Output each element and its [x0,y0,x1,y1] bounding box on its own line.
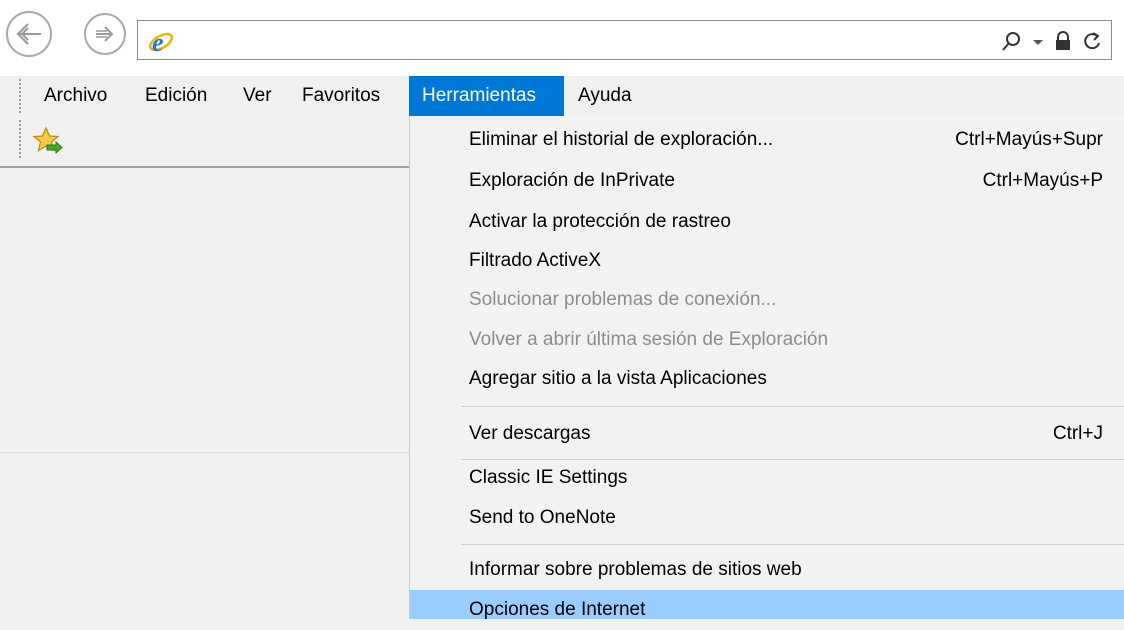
menu-item-label: Filtrado ActiveX [469,250,601,271]
lock-icon[interactable] [1053,30,1073,52]
menu-separator [461,406,1124,407]
address-bar-row: e [0,0,1124,76]
address-input[interactable]: e [137,20,1112,60]
tools-dropdown-menu: Eliminar el historial de exploración... … [409,116,1124,620]
menu-bar-grip[interactable] [19,79,21,113]
menu-item-shortcut: Ctrl+Mayús+Supr [955,129,1103,150]
menu-item-label: Agregar sitio a la vista Aplicaciones [469,368,767,389]
menu-item-report-website-problems[interactable]: Informar sobre problemas de sitios web [410,550,1124,590]
menu-item-label: Informar sobre problemas de sitios web [469,559,802,580]
menu-separator [461,544,1124,545]
menu-item-inprivate[interactable]: Exploración de InPrivate Ctrl+Mayús+P [410,161,1124,201]
search-icon[interactable] [1001,30,1023,52]
menu-ayuda[interactable]: Ayuda [578,76,632,116]
menu-item-shortcut: Ctrl+J [1052,423,1103,444]
menu-item-activex-filtering[interactable]: Filtrado ActiveX [410,241,1124,281]
menu-item-add-site-apps[interactable]: Agregar sitio a la vista Aplicaciones [410,359,1124,399]
add-to-favorites-bar-icon[interactable] [33,126,63,156]
content-divider [0,452,410,453]
menu-item-label: Solucionar problemas de conexión... [469,289,777,310]
address-bar-icons [1001,27,1103,55]
internet-explorer-logo-icon: e [148,28,174,56]
menu-item-tracking-protection[interactable]: Activar la protección de rastreo [410,202,1124,242]
menu-item-label: Eliminar el historial de exploración... [469,129,774,150]
menu-item-send-to-onenote[interactable]: Send to OneNote [410,498,1124,538]
back-button[interactable] [6,11,52,57]
refresh-icon[interactable] [1081,30,1103,52]
back-arrow-icon [16,23,41,45]
menu-item-shortcut: Ctrl+Mayús+P [982,170,1103,191]
menu-item-internet-options[interactable]: Opciones de Internet [410,590,1124,620]
svg-text:e: e [152,28,164,56]
menu-item-label: Opciones de Internet [469,599,646,620]
menu-item-label: Volver a abrir última sesión de Explorac… [469,329,829,350]
menu-item-view-downloads[interactable]: Ver descargas Ctrl+J [410,414,1124,454]
favorites-bar [0,116,410,168]
menu-item-label: Ver descargas [469,423,591,444]
menu-item-label: Send to OneNote [469,507,616,528]
favorites-bar-grip[interactable] [19,120,21,160]
forward-arrow-icon [96,26,114,42]
menu-item-label: Classic IE Settings [469,467,628,488]
menu-ver[interactable]: Ver [243,76,272,116]
forward-button[interactable] [84,13,126,55]
menu-item-label: Exploración de InPrivate [469,170,675,191]
menu-item-reopen-session: Volver a abrir última sesión de Explorac… [410,320,1124,360]
menu-item-classic-ie-settings[interactable]: Classic IE Settings [410,458,1124,498]
menu-edicion[interactable]: Edición [145,76,207,116]
menu-item-label: Activar la protección de rastreo [469,211,731,232]
menu-item-delete-history[interactable]: Eliminar el historial de exploración... … [410,120,1124,160]
menu-archivo[interactable]: Archivo [44,76,107,116]
menu-bar: Archivo Edición Ver Favoritos Herramient… [0,76,1124,116]
menu-item-fix-connection: Solucionar problemas de conexión... [410,280,1124,320]
menu-herramientas[interactable]: Herramientas [409,76,564,116]
chevron-down-icon[interactable] [1031,30,1045,52]
menu-favoritos[interactable]: Favoritos [302,76,380,116]
